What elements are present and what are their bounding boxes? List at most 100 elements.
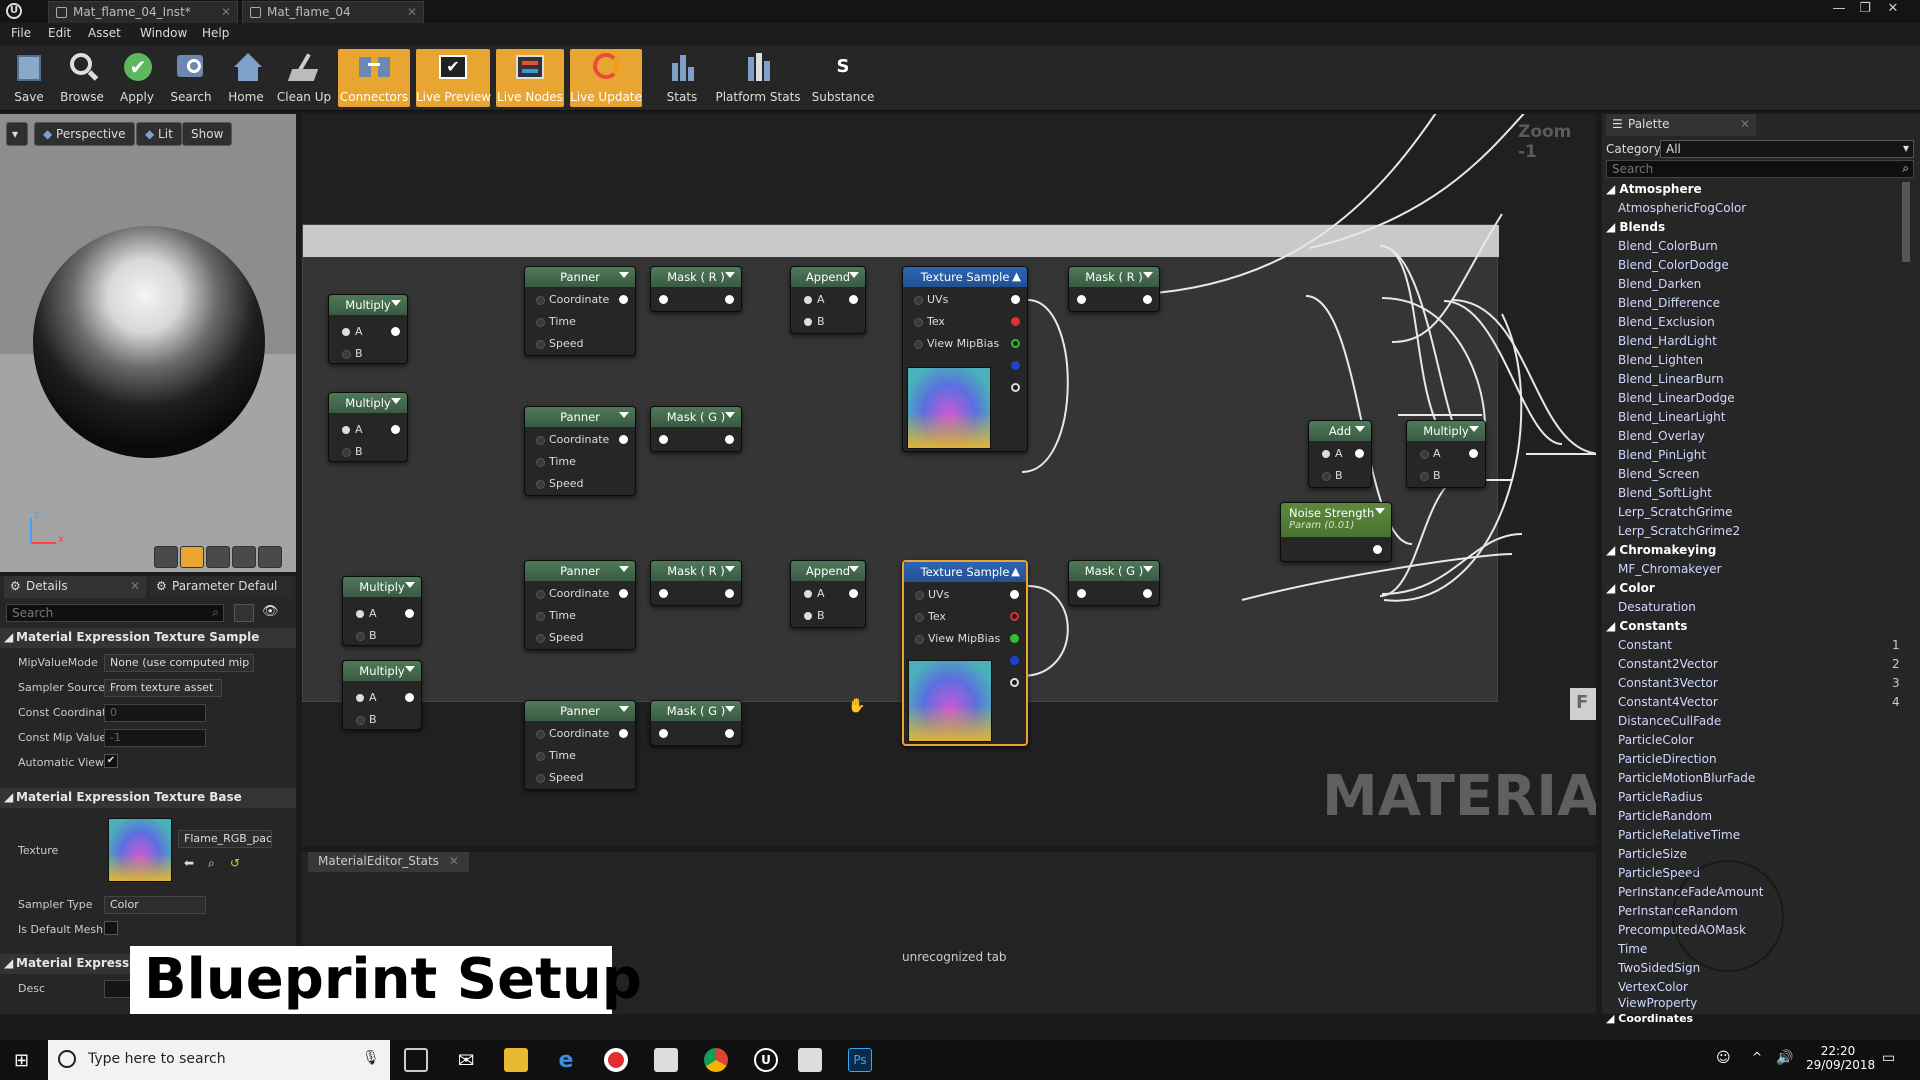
palette-item-blend-softlight[interactable]: Blend_SoftLight — [1618, 486, 1712, 500]
palette-item-particle-size[interactable]: ParticleSize — [1618, 847, 1687, 861]
viewport-options-button[interactable]: ▾ — [6, 122, 28, 146]
pin-coordinate[interactable]: Coordinate — [535, 293, 609, 306]
cylinder-preview-icon[interactable] — [154, 546, 178, 568]
edge-icon[interactable]: e — [554, 1048, 578, 1073]
mask-g-node-1[interactable]: Mask ( G ) — [650, 406, 742, 452]
home-button[interactable]: Home — [222, 49, 270, 107]
output-r-pin[interactable] — [1011, 317, 1020, 326]
palette-item-constant2vector[interactable]: Constant2Vector — [1618, 657, 1718, 671]
palette-search-input[interactable]: Search ⌕ — [1606, 160, 1914, 178]
pin-speed[interactable]: Speed — [535, 477, 583, 490]
mask-g-node-2[interactable]: Mask ( G ) — [650, 700, 742, 746]
apply-button[interactable]: ✔ Apply — [114, 49, 160, 107]
pin-tex[interactable]: Tex — [914, 315, 945, 328]
stats-tab[interactable]: MaterialEditor_Stats ✕ — [308, 852, 469, 872]
output-rgb-pin[interactable] — [1011, 295, 1020, 304]
search-button[interactable]: Search — [166, 49, 216, 107]
palette-item-blend-overlay[interactable]: Blend_Overlay — [1618, 429, 1705, 443]
output-r-pin[interactable] — [1010, 612, 1019, 621]
pin-b[interactable]: B — [342, 445, 363, 458]
close-window-button[interactable]: ✕ — [1880, 0, 1906, 20]
clock[interactable]: 22:20 29/09/2018 — [1806, 1044, 1875, 1072]
calculator-icon[interactable] — [798, 1048, 822, 1072]
details-search-input[interactable]: Search ⌕ — [6, 604, 224, 622]
output-pin[interactable] — [725, 729, 734, 738]
output-pin[interactable] — [619, 589, 628, 598]
store-icon[interactable] — [654, 1048, 678, 1072]
output-pin[interactable] — [849, 589, 858, 598]
output-pin[interactable] — [391, 425, 400, 434]
chrome-icon[interactable] — [704, 1048, 728, 1072]
pin-view-mip-bias[interactable]: View MipBias — [913, 337, 999, 350]
group-atmosphere[interactable]: ◢ Atmosphere — [1606, 182, 1702, 196]
palette-scrollbar[interactable] — [1902, 182, 1910, 262]
texture-sample-node-2[interactable]: Texture Sample ▲ UVs Tex View MipBias — [902, 560, 1028, 746]
close-icon[interactable]: ✕ — [1740, 117, 1750, 131]
output-pin[interactable] — [1469, 449, 1478, 458]
task-view-icon[interactable] — [404, 1048, 428, 1072]
panner-node-1[interactable]: Panner Coordinate Time Speed — [524, 266, 636, 356]
windows-start-icon[interactable]: ⊞ — [14, 1050, 29, 1071]
palette-item-blend-darken[interactable]: Blend_Darken — [1618, 277, 1701, 291]
property-matrix-icon[interactable] — [234, 604, 254, 622]
palette-item-particle-random[interactable]: ParticleRandom — [1618, 809, 1712, 823]
doc-tab-instance[interactable]: Mat_flame_04_Inst* ✕ — [48, 1, 238, 23]
palette-item-view-property[interactable]: ViewProperty — [1618, 996, 1697, 1010]
output-pin[interactable] — [1373, 545, 1382, 554]
cube-preview-icon[interactable] — [232, 546, 256, 568]
notifications-icon[interactable]: ▭ — [1882, 1050, 1895, 1066]
output-rgb-pin[interactable] — [1010, 590, 1019, 599]
mask-g-node-3[interactable]: Mask ( G ) — [1068, 560, 1160, 606]
texture-asset-select[interactable]: Flame_RGB_pac — [178, 830, 272, 848]
doc-tab-material[interactable]: Mat_flame_04 ✕ — [242, 1, 424, 23]
output-g-pin[interactable] — [1010, 634, 1019, 643]
output-pin[interactable] — [1143, 589, 1152, 598]
mask-r-node-3[interactable]: Mask ( R ) — [1068, 266, 1160, 312]
output-g-pin[interactable] — [1011, 339, 1020, 348]
eye-icon[interactable]: 👁 — [262, 604, 279, 619]
pin-coordinate[interactable]: Coordinate — [535, 587, 609, 600]
palette-item-constant4vector[interactable]: Constant4Vector — [1618, 695, 1718, 709]
noise-strength-node[interactable]: Noise Strength Param (0.01) — [1280, 502, 1392, 562]
pin-tex[interactable]: Tex — [915, 610, 946, 623]
output-a-pin[interactable] — [1011, 383, 1020, 392]
pin-time[interactable]: Time — [536, 315, 576, 328]
mip-value-mode-select[interactable]: None (use computed mip — [104, 654, 254, 672]
panner-node-2[interactable]: Panner Coordinate Time Speed — [524, 406, 636, 496]
palette-item-blend-pinlight[interactable]: Blend_PinLight — [1618, 448, 1706, 462]
palette-item-blend-linearlight[interactable]: Blend_LinearLight — [1618, 410, 1725, 424]
texture-sample-node-1[interactable]: Texture Sample ▲ UVs Tex View MipBias — [902, 266, 1028, 452]
add-node[interactable]: Add A B — [1308, 420, 1372, 488]
automatic-view-checkbox[interactable]: ✔ — [104, 754, 118, 768]
input-pin[interactable] — [659, 435, 668, 444]
output-pin[interactable] — [725, 435, 734, 444]
substance-button[interactable]: S Substance — [810, 49, 876, 107]
panner-node-3[interactable]: Panner Coordinate Time Speed — [524, 560, 636, 650]
input-pin[interactable] — [659, 729, 668, 738]
save-button[interactable]: Save — [6, 49, 52, 107]
pin-speed[interactable]: Speed — [535, 337, 583, 350]
stats-button[interactable]: Stats — [660, 49, 704, 107]
preview-viewport[interactable]: ▾ ◆ Perspective ◆ Lit Show z x — [0, 114, 296, 572]
pin-speed[interactable]: Speed — [535, 631, 583, 644]
menu-asset[interactable]: Asset — [88, 26, 121, 40]
palette-item-particle-radius[interactable]: ParticleRadius — [1618, 790, 1703, 804]
output-a-pin[interactable] — [1010, 678, 1019, 687]
palette-item-particle-color[interactable]: ParticleColor — [1618, 733, 1694, 747]
live-update-button[interactable]: Live Update — [570, 49, 642, 107]
group-color[interactable]: ◢ Color — [1606, 581, 1655, 595]
output-b-pin[interactable] — [1011, 361, 1020, 370]
volume-icon[interactable]: 🔊 — [1776, 1050, 1793, 1066]
material-graph[interactable]: Zoom -1 MATERIAL F MultiplyAB MultiplyAB… — [302, 114, 1596, 846]
output-pin[interactable] — [725, 589, 734, 598]
pin-uvs[interactable]: UVs — [913, 293, 948, 306]
clean-up-button[interactable]: Clean Up — [276, 49, 332, 107]
photoshop-icon[interactable]: Ps — [848, 1048, 872, 1072]
palette-item-lerp-scratchgrime[interactable]: Lerp_ScratchGrime — [1618, 505, 1732, 519]
palette-item-distance-cull-fade[interactable]: DistanceCullFade — [1618, 714, 1721, 728]
pin-a[interactable]: A — [804, 293, 825, 306]
palette-item-time[interactable]: Time — [1618, 942, 1647, 956]
const-mip-value-input[interactable]: -1 — [104, 729, 206, 747]
palette-item-blend-hardlight[interactable]: Blend_HardLight — [1618, 334, 1717, 348]
palette-item-two-sided-sign[interactable]: TwoSidedSign — [1618, 961, 1700, 975]
